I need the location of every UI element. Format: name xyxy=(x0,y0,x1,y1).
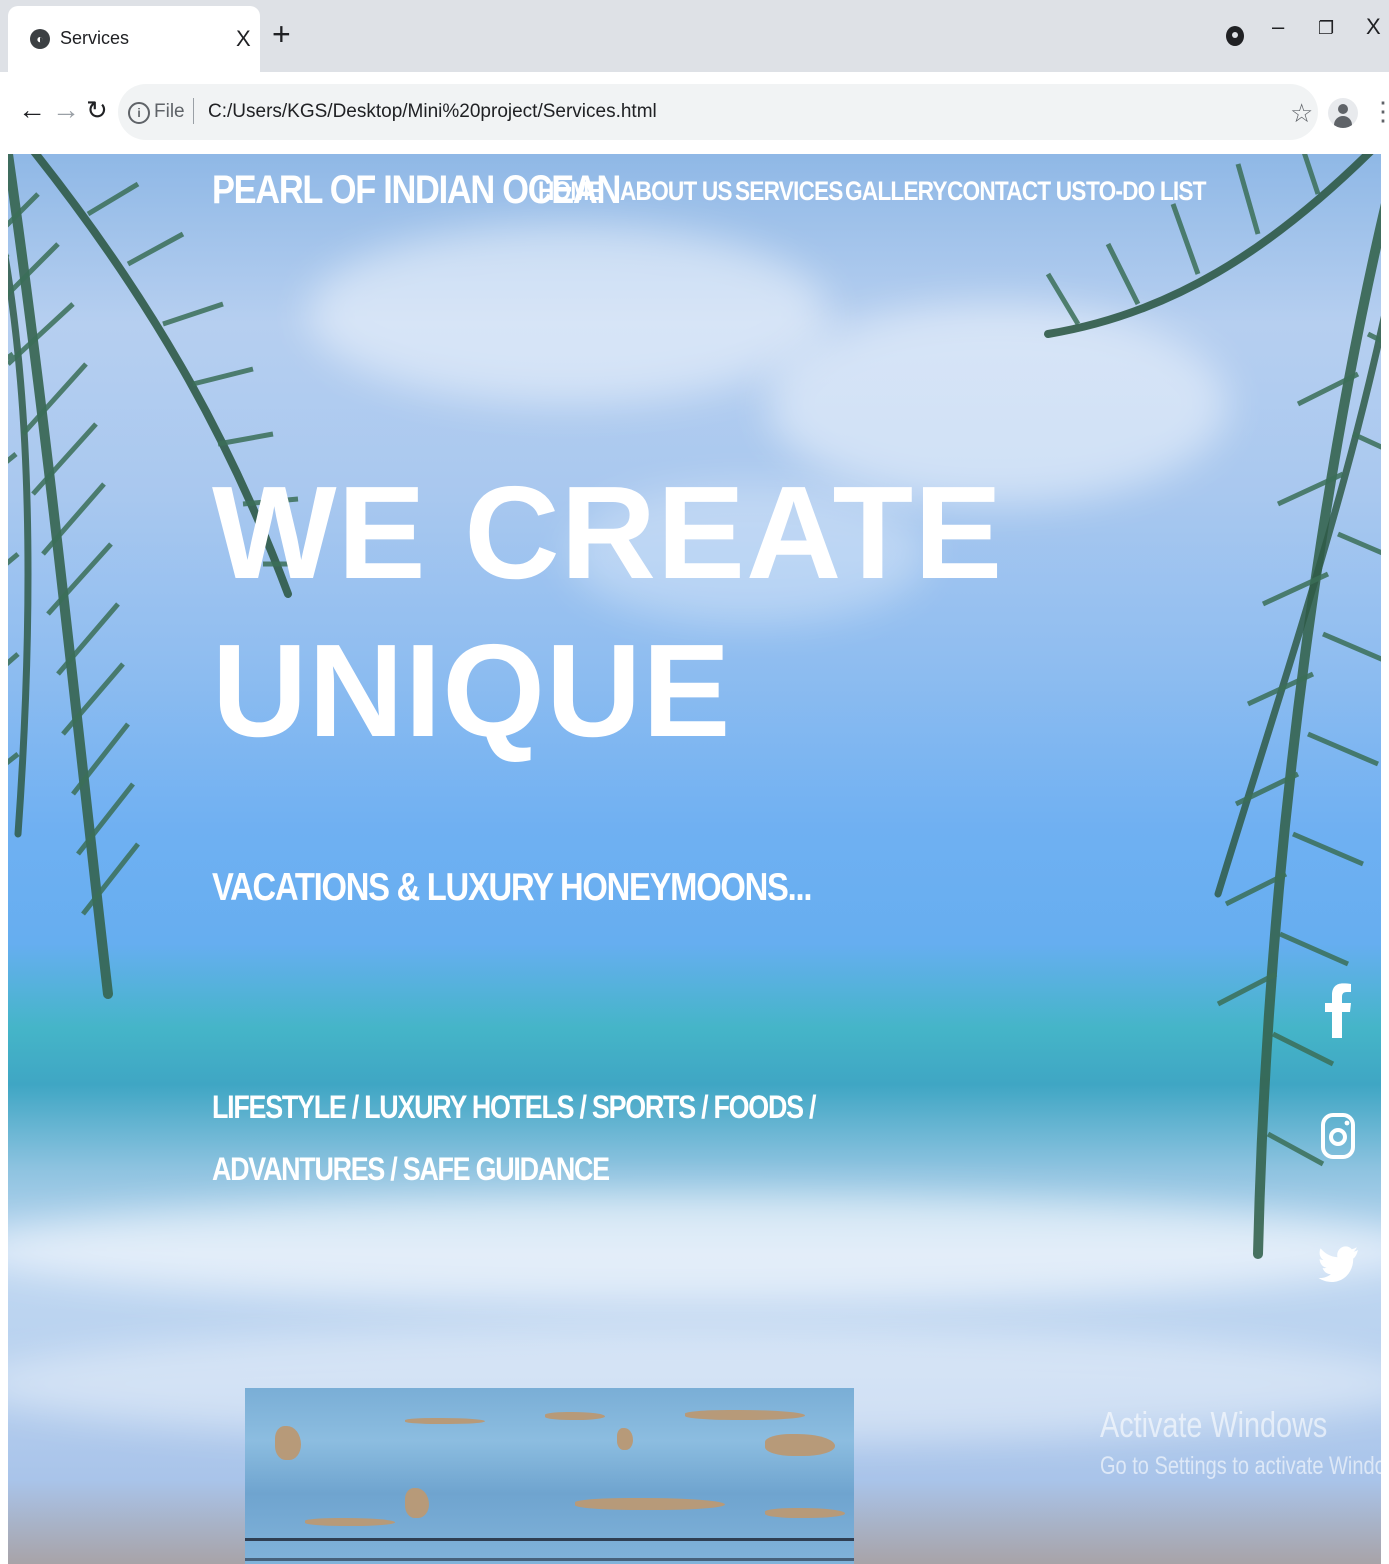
paint-chip xyxy=(545,1412,605,1420)
forward-arrow-icon[interactable]: → xyxy=(52,92,80,128)
hero-subtitle: VACATIONS & LUXURY HONEYMOONS... xyxy=(212,866,812,909)
hero-title: WE CREATE UNIQUE xyxy=(212,454,1012,770)
paint-chip xyxy=(765,1508,845,1518)
activate-windows-watermark: Activate Windows Go to Settings to activ… xyxy=(1100,1404,1381,1481)
hero-title-line1: WE CREATE xyxy=(212,459,1004,606)
plank-seam xyxy=(245,1558,854,1561)
new-tab-button[interactable]: + xyxy=(272,16,291,52)
hero-services-list: LIFESTYLE / LUXURY HOTELS / SPORTS / FOO… xyxy=(212,1089,816,1187)
nav-link-services[interactable]: SERVICES xyxy=(735,176,843,207)
address-url[interactable]: C:/Users/KGS/Desktop/Mini%20project/Serv… xyxy=(208,101,657,123)
nav-link-gallery[interactable]: GALLERY xyxy=(845,176,947,207)
activate-windows-text: Go to Settings to activate Windows. xyxy=(1100,1452,1381,1480)
twitter-icon[interactable] xyxy=(1318,1234,1358,1294)
page-viewport: PEARL OF INDIAN OCEAN HOME ABOUT US SERV… xyxy=(8,154,1381,1564)
hero-title-line2: UNIQUE xyxy=(212,617,732,764)
profile-avatar-icon[interactable] xyxy=(1328,98,1358,128)
reload-icon[interactable]: ↻ xyxy=(86,92,108,128)
plank-seam xyxy=(245,1538,854,1541)
info-icon[interactable]: i xyxy=(128,102,150,124)
paint-chip xyxy=(405,1418,485,1424)
nav-link-about-us[interactable]: ABOUT US xyxy=(620,176,733,207)
tab-services[interactable]: ◐ Services X xyxy=(8,6,260,72)
address-scheme: File xyxy=(154,101,185,122)
address-bar[interactable]: i File C:/Users/KGS/Desktop/Mini%20proje… xyxy=(118,84,1318,140)
extension-icon[interactable] xyxy=(1226,26,1244,46)
tab-close-button[interactable]: X xyxy=(236,26,251,52)
nav-link-home[interactable]: HOME xyxy=(538,176,604,207)
instagram-icon[interactable] xyxy=(1318,1106,1358,1166)
paint-chip xyxy=(765,1434,835,1456)
back-arrow-icon[interactable]: ← xyxy=(18,92,46,128)
window-maximize-button[interactable]: ❐ xyxy=(1318,18,1334,39)
bookmark-star-icon[interactable]: ☆ xyxy=(1290,98,1313,128)
globe-icon: ◐ xyxy=(30,29,50,49)
window-minimize-button[interactable]: – xyxy=(1272,14,1284,40)
paint-chip xyxy=(405,1488,429,1518)
paint-chip xyxy=(685,1410,805,1420)
window-close-button[interactable]: X xyxy=(1366,14,1381,40)
more-menu-icon[interactable]: ⋮ xyxy=(1370,96,1389,126)
nav-link-to-do-list[interactable]: TO-DO LIST xyxy=(1086,176,1207,207)
site-navbar: PEARL OF INDIAN OCEAN HOME ABOUT US SERV… xyxy=(8,154,1381,234)
profile-head xyxy=(1338,104,1348,114)
paint-chip xyxy=(575,1498,725,1510)
address-divider xyxy=(193,98,194,124)
facebook-icon[interactable] xyxy=(1318,980,1358,1040)
tab-title: Services xyxy=(60,28,130,48)
nav-link-contact-us[interactable]: CONTACT US xyxy=(947,176,1086,207)
browser-toolbar: ← → ↻ i File C:/Users/KGS/Desktop/Mini%2… xyxy=(0,72,1389,154)
paint-chip xyxy=(275,1426,301,1460)
paint-chip xyxy=(617,1428,633,1450)
profile-body xyxy=(1334,116,1352,128)
tab-strip: ◐ Services X + – ❐ X xyxy=(0,0,1389,72)
paint-chip xyxy=(305,1518,395,1526)
wooden-banner-image xyxy=(245,1388,854,1564)
activate-windows-title: Activate Windows xyxy=(1100,1404,1328,1445)
